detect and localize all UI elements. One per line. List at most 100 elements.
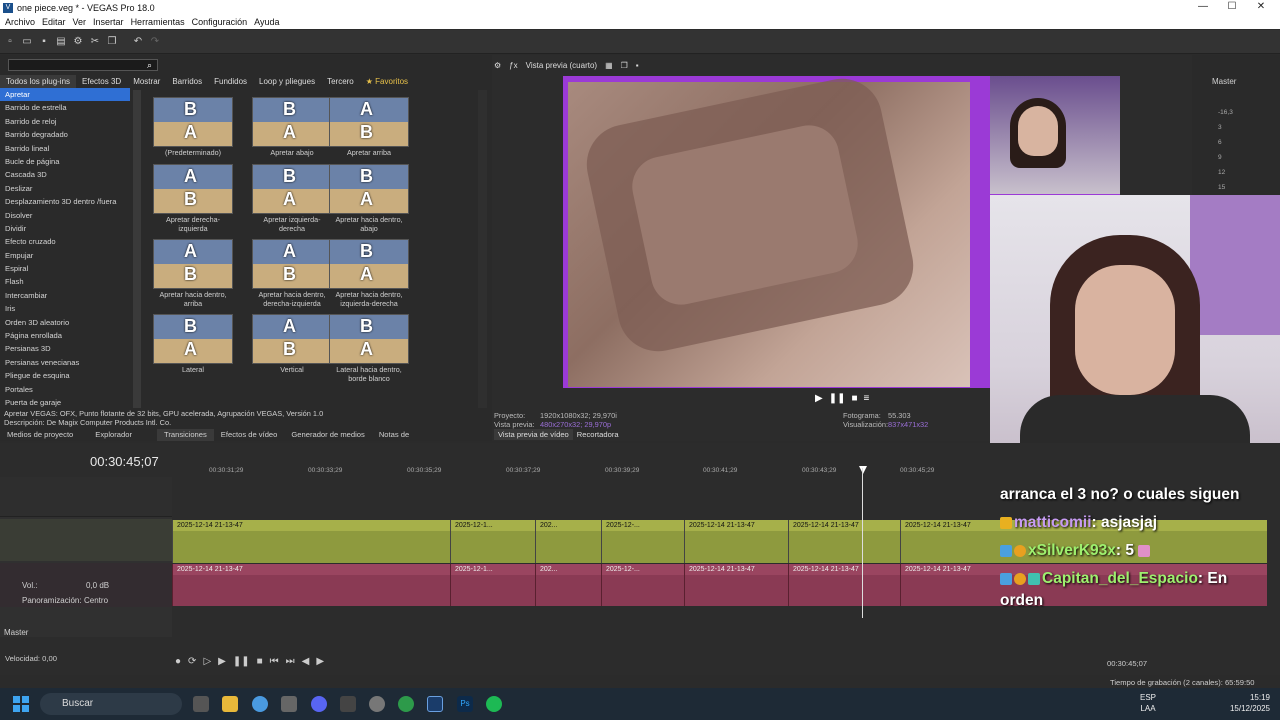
transition-preset[interactable]: A B Apretar hacia dentro, arriba <box>153 239 233 308</box>
next-frame-icon[interactable]: ▶ <box>316 656 324 667</box>
copilot-icon[interactable] <box>193 696 209 712</box>
transition-item[interactable]: Espiral <box>0 262 144 275</box>
close-button[interactable]: ✕ <box>1246 0 1276 15</box>
tab-notas[interactable]: Notas de <box>372 429 416 441</box>
open-icon[interactable]: ▭ <box>20 35 34 49</box>
undo-icon[interactable]: ↶ <box>131 35 145 49</box>
tab-vista-previa[interactable]: Vista previa de vídeo <box>494 429 573 440</box>
transition-item[interactable]: Flash <box>0 275 144 288</box>
copy-icon[interactable]: ❐ <box>105 35 119 49</box>
copy-snapshot-icon[interactable]: ❐ <box>621 61 628 70</box>
video-clip[interactable]: 2025-12-1... <box>450 520 535 563</box>
tab-favoritos[interactable]: ★ Favoritos <box>360 75 414 88</box>
audio-clip[interactable]: 2025-12-... <box>601 564 684 606</box>
menu-archivo[interactable]: Archivo <box>5 17 35 27</box>
transition-preset[interactable]: A B Apretar arriba <box>329 97 409 158</box>
transition-preset[interactable]: A B Apretar derecha-izquierda <box>153 164 233 233</box>
file-explorer-icon[interactable] <box>222 696 238 712</box>
transition-item[interactable]: Intercambiar <box>0 289 144 302</box>
tab-mostrar[interactable]: Mostrar <box>127 75 166 88</box>
transition-item[interactable]: Disolver <box>0 209 144 222</box>
transition-item[interactable]: Apretar <box>0 88 130 102</box>
video-clip[interactable]: 2025-12-14 21-13-47 <box>172 520 450 563</box>
tab-fundidos[interactable]: Fundidos <box>208 75 253 88</box>
transition-preset[interactable]: A B Vertical <box>252 314 332 375</box>
pan-value[interactable]: Centro <box>84 596 108 605</box>
grid-scrollbar[interactable] <box>478 90 487 408</box>
audio-clip[interactable]: 202... <box>535 564 601 606</box>
tab-tercero[interactable]: Tercero <box>321 75 360 88</box>
tab-transiciones[interactable]: Transiciones <box>157 429 214 441</box>
menu-ver[interactable]: Ver <box>73 17 87 27</box>
redo-icon[interactable]: ↷ <box>148 35 162 49</box>
transition-item[interactable]: Bucle de página <box>0 155 144 168</box>
transition-item[interactable]: Empujar <box>0 249 144 262</box>
grid-icon[interactable]: ▦ <box>605 61 613 70</box>
transition-item[interactable]: Cascada 3D <box>0 168 144 181</box>
transition-preset[interactable]: A B Apretar hacia dentro, derecha-izquierd… <box>252 239 332 308</box>
photoshop-icon[interactable]: Ps <box>457 696 473 712</box>
pause-icon[interactable]: ❚❚ <box>829 393 846 404</box>
language-indicator[interactable]: ESP LAA <box>1140 692 1156 714</box>
xbox-icon[interactable] <box>398 696 414 712</box>
loop-icon[interactable]: ⟳ <box>188 656 196 667</box>
transition-item[interactable]: Barrido degradado <box>0 128 144 141</box>
tab-efectos-video[interactable]: Efectos de vídeo <box>214 429 285 441</box>
stop-icon[interactable]: ■ <box>257 656 263 667</box>
tab-medios-proyecto[interactable]: Medios de proyecto <box>0 429 80 441</box>
transition-item[interactable]: Puerta de garaje <box>0 396 144 408</box>
discord-icon[interactable] <box>311 696 327 712</box>
tab-todos[interactable]: Todos los plug-ins <box>0 75 77 88</box>
pause-icon[interactable]: ❚❚ <box>233 656 250 667</box>
transition-item[interactable]: Desplazamiento 3D dentro /fuera <box>0 195 144 208</box>
transition-preset[interactable]: B A Lateral <box>153 314 233 375</box>
transition-item[interactable]: Efecto cruzado <box>0 235 144 248</box>
play-icon[interactable]: ▶ <box>815 393 823 404</box>
transition-item[interactable]: Portales <box>0 383 144 396</box>
fx-icon[interactable]: ƒx <box>509 61 517 70</box>
search-icon[interactable]: ⌕ <box>147 60 152 71</box>
app-icon[interactable] <box>340 696 356 712</box>
menu-editar[interactable]: Editar <box>42 17 66 27</box>
tab-recortadora[interactable]: Recortadora <box>573 429 623 440</box>
audio-clip[interactable]: 2025-12-14 21-13-47 <box>684 564 788 606</box>
record-icon[interactable]: ● <box>175 656 181 667</box>
system-clock[interactable]: 15:19 15/12/2025 <box>1228 692 1270 714</box>
menu-insertar[interactable]: Insertar <box>93 17 124 27</box>
properties-icon[interactable]: ⚙ <box>71 35 85 49</box>
save-as-icon[interactable]: ▤ <box>54 35 68 49</box>
transition-item[interactable]: Barrido lineal <box>0 142 144 155</box>
play-from-start-icon[interactable]: ▷ <box>203 656 211 667</box>
play-icon[interactable]: ▶ <box>218 656 226 667</box>
audio-clip[interactable]: 2025-12-1... <box>450 564 535 606</box>
transition-item[interactable]: Persianas 3D <box>0 342 144 355</box>
transition-item[interactable]: Dividir <box>0 222 144 235</box>
chrome-icon[interactable] <box>252 696 268 712</box>
start-icon[interactable] <box>13 696 29 712</box>
transition-item[interactable]: Pliegue de esquina <box>0 369 144 382</box>
go-end-icon[interactable]: ⏭ <box>286 656 295 667</box>
transition-preset[interactable]: B A Apretar hacia dentro, izquierda-derech… <box>329 239 409 308</box>
settings-icon[interactable] <box>281 696 297 712</box>
go-start-icon[interactable]: ⏮ <box>270 656 279 667</box>
transition-preset[interactable]: B A Apretar hacia dentro, abajo <box>329 164 409 233</box>
menu-herramientas[interactable]: Herramientas <box>131 17 185 27</box>
tab-generador-medios[interactable]: Generador de medios <box>284 429 371 441</box>
obs-icon[interactable] <box>369 696 385 712</box>
audio-clip[interactable]: 2025-12-14 21-13-47 <box>788 564 900 606</box>
volume-value[interactable]: 0,0 dB <box>86 581 109 590</box>
transition-preset[interactable]: B A Apretar abajo <box>252 97 332 158</box>
spotify-icon[interactable] <box>486 696 502 712</box>
tab-barridos[interactable]: Barridos <box>166 75 208 88</box>
save-icon[interactable]: ▪ <box>37 35 51 49</box>
transition-item[interactable]: Persianas venecianas <box>0 356 144 369</box>
video-clip[interactable]: 2025-12-14 21-13-47 <box>788 520 900 563</box>
cut-icon[interactable]: ✂ <box>88 35 102 49</box>
transition-preset[interactable]: B A (Predeterminado) <box>153 97 233 158</box>
transition-item[interactable]: Iris <box>0 302 144 315</box>
transition-item[interactable]: Página enrollada <box>0 329 144 342</box>
taskbar-search[interactable]: Buscar <box>40 693 182 715</box>
stop-icon[interactable]: ■ <box>851 393 857 404</box>
list-scrollbar[interactable] <box>133 90 141 408</box>
transition-item[interactable]: Deslizar <box>0 182 144 195</box>
